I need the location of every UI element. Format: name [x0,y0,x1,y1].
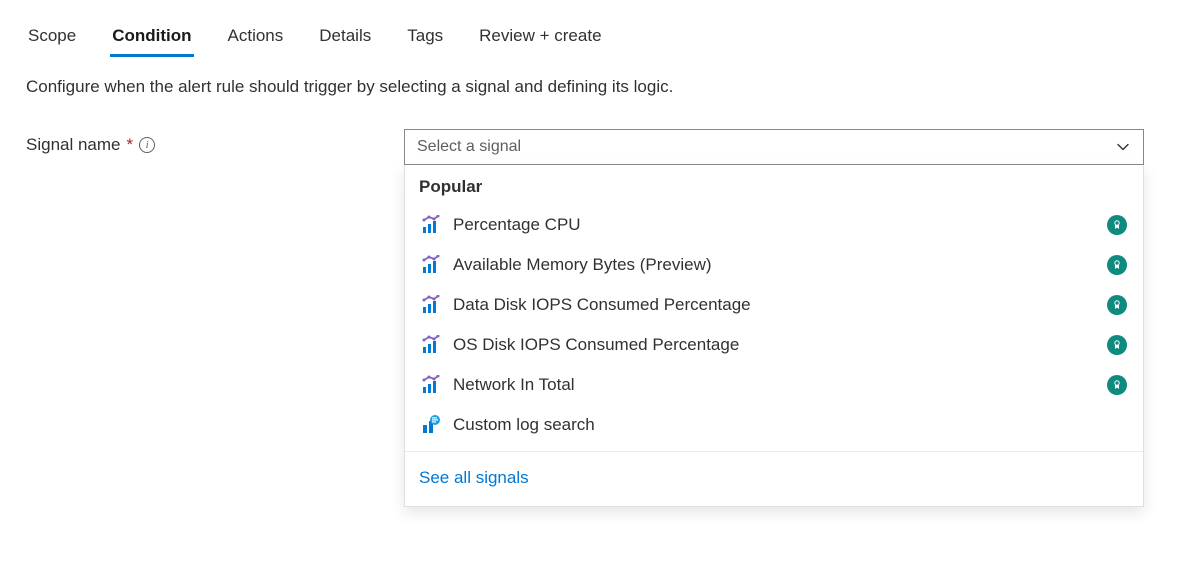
signal-option-label: OS Disk IOPS Consumed Percentage [453,335,1095,355]
signal-dropdown: Popular Percentage CPU [404,165,1144,507]
info-icon[interactable]: i [139,137,155,153]
see-all-signals-link[interactable]: See all signals [419,468,529,487]
signal-name-field: Signal name * i Select a signal Popular … [26,129,1154,165]
signal-option[interactable]: Custom log search [405,405,1143,445]
signal-option-label: Data Disk IOPS Consumed Percentage [453,295,1095,315]
metric-chart-icon [421,255,441,275]
dropdown-group-header: Popular [405,165,1143,205]
metric-chart-icon [421,335,441,355]
required-indicator: * [127,135,134,155]
tab-condition[interactable]: Condition [110,20,193,56]
metric-chart-icon [421,295,441,315]
recommended-badge-icon [1107,255,1127,275]
see-all-container: See all signals [405,451,1143,506]
recommended-badge-icon [1107,215,1127,235]
recommended-badge-icon [1107,295,1127,315]
metric-chart-icon [421,375,441,395]
signal-option[interactable]: Available Memory Bytes (Preview) [405,245,1143,285]
signal-option-label: Custom log search [453,415,1127,435]
signal-option[interactable]: Network In Total [405,365,1143,405]
signal-option[interactable]: OS Disk IOPS Consumed Percentage [405,325,1143,365]
signal-name-label: Signal name * i [26,129,404,155]
tab-details[interactable]: Details [317,20,373,56]
tab-actions[interactable]: Actions [226,20,286,56]
metric-chart-icon [421,215,441,235]
log-search-icon [421,415,441,435]
combobox-placeholder: Select a signal [417,138,521,156]
signal-option[interactable]: Percentage CPU [405,205,1143,245]
signal-option-label: Available Memory Bytes (Preview) [453,255,1095,275]
tab-bar: Scope Condition Actions Details Tags Rev… [26,20,1154,57]
recommended-badge-icon [1107,375,1127,395]
page-description: Configure when the alert rule should tri… [26,77,1154,97]
signal-name-combobox[interactable]: Select a signal [404,129,1144,165]
tab-scope[interactable]: Scope [26,20,78,56]
label-text: Signal name [26,135,121,155]
signal-option[interactable]: Data Disk IOPS Consumed Percentage [405,285,1143,325]
chevron-down-icon [1115,139,1131,155]
tab-tags[interactable]: Tags [405,20,445,56]
signal-option-label: Percentage CPU [453,215,1095,235]
recommended-badge-icon [1107,335,1127,355]
tab-review-create[interactable]: Review + create [477,20,603,56]
signal-option-label: Network In Total [453,375,1095,395]
